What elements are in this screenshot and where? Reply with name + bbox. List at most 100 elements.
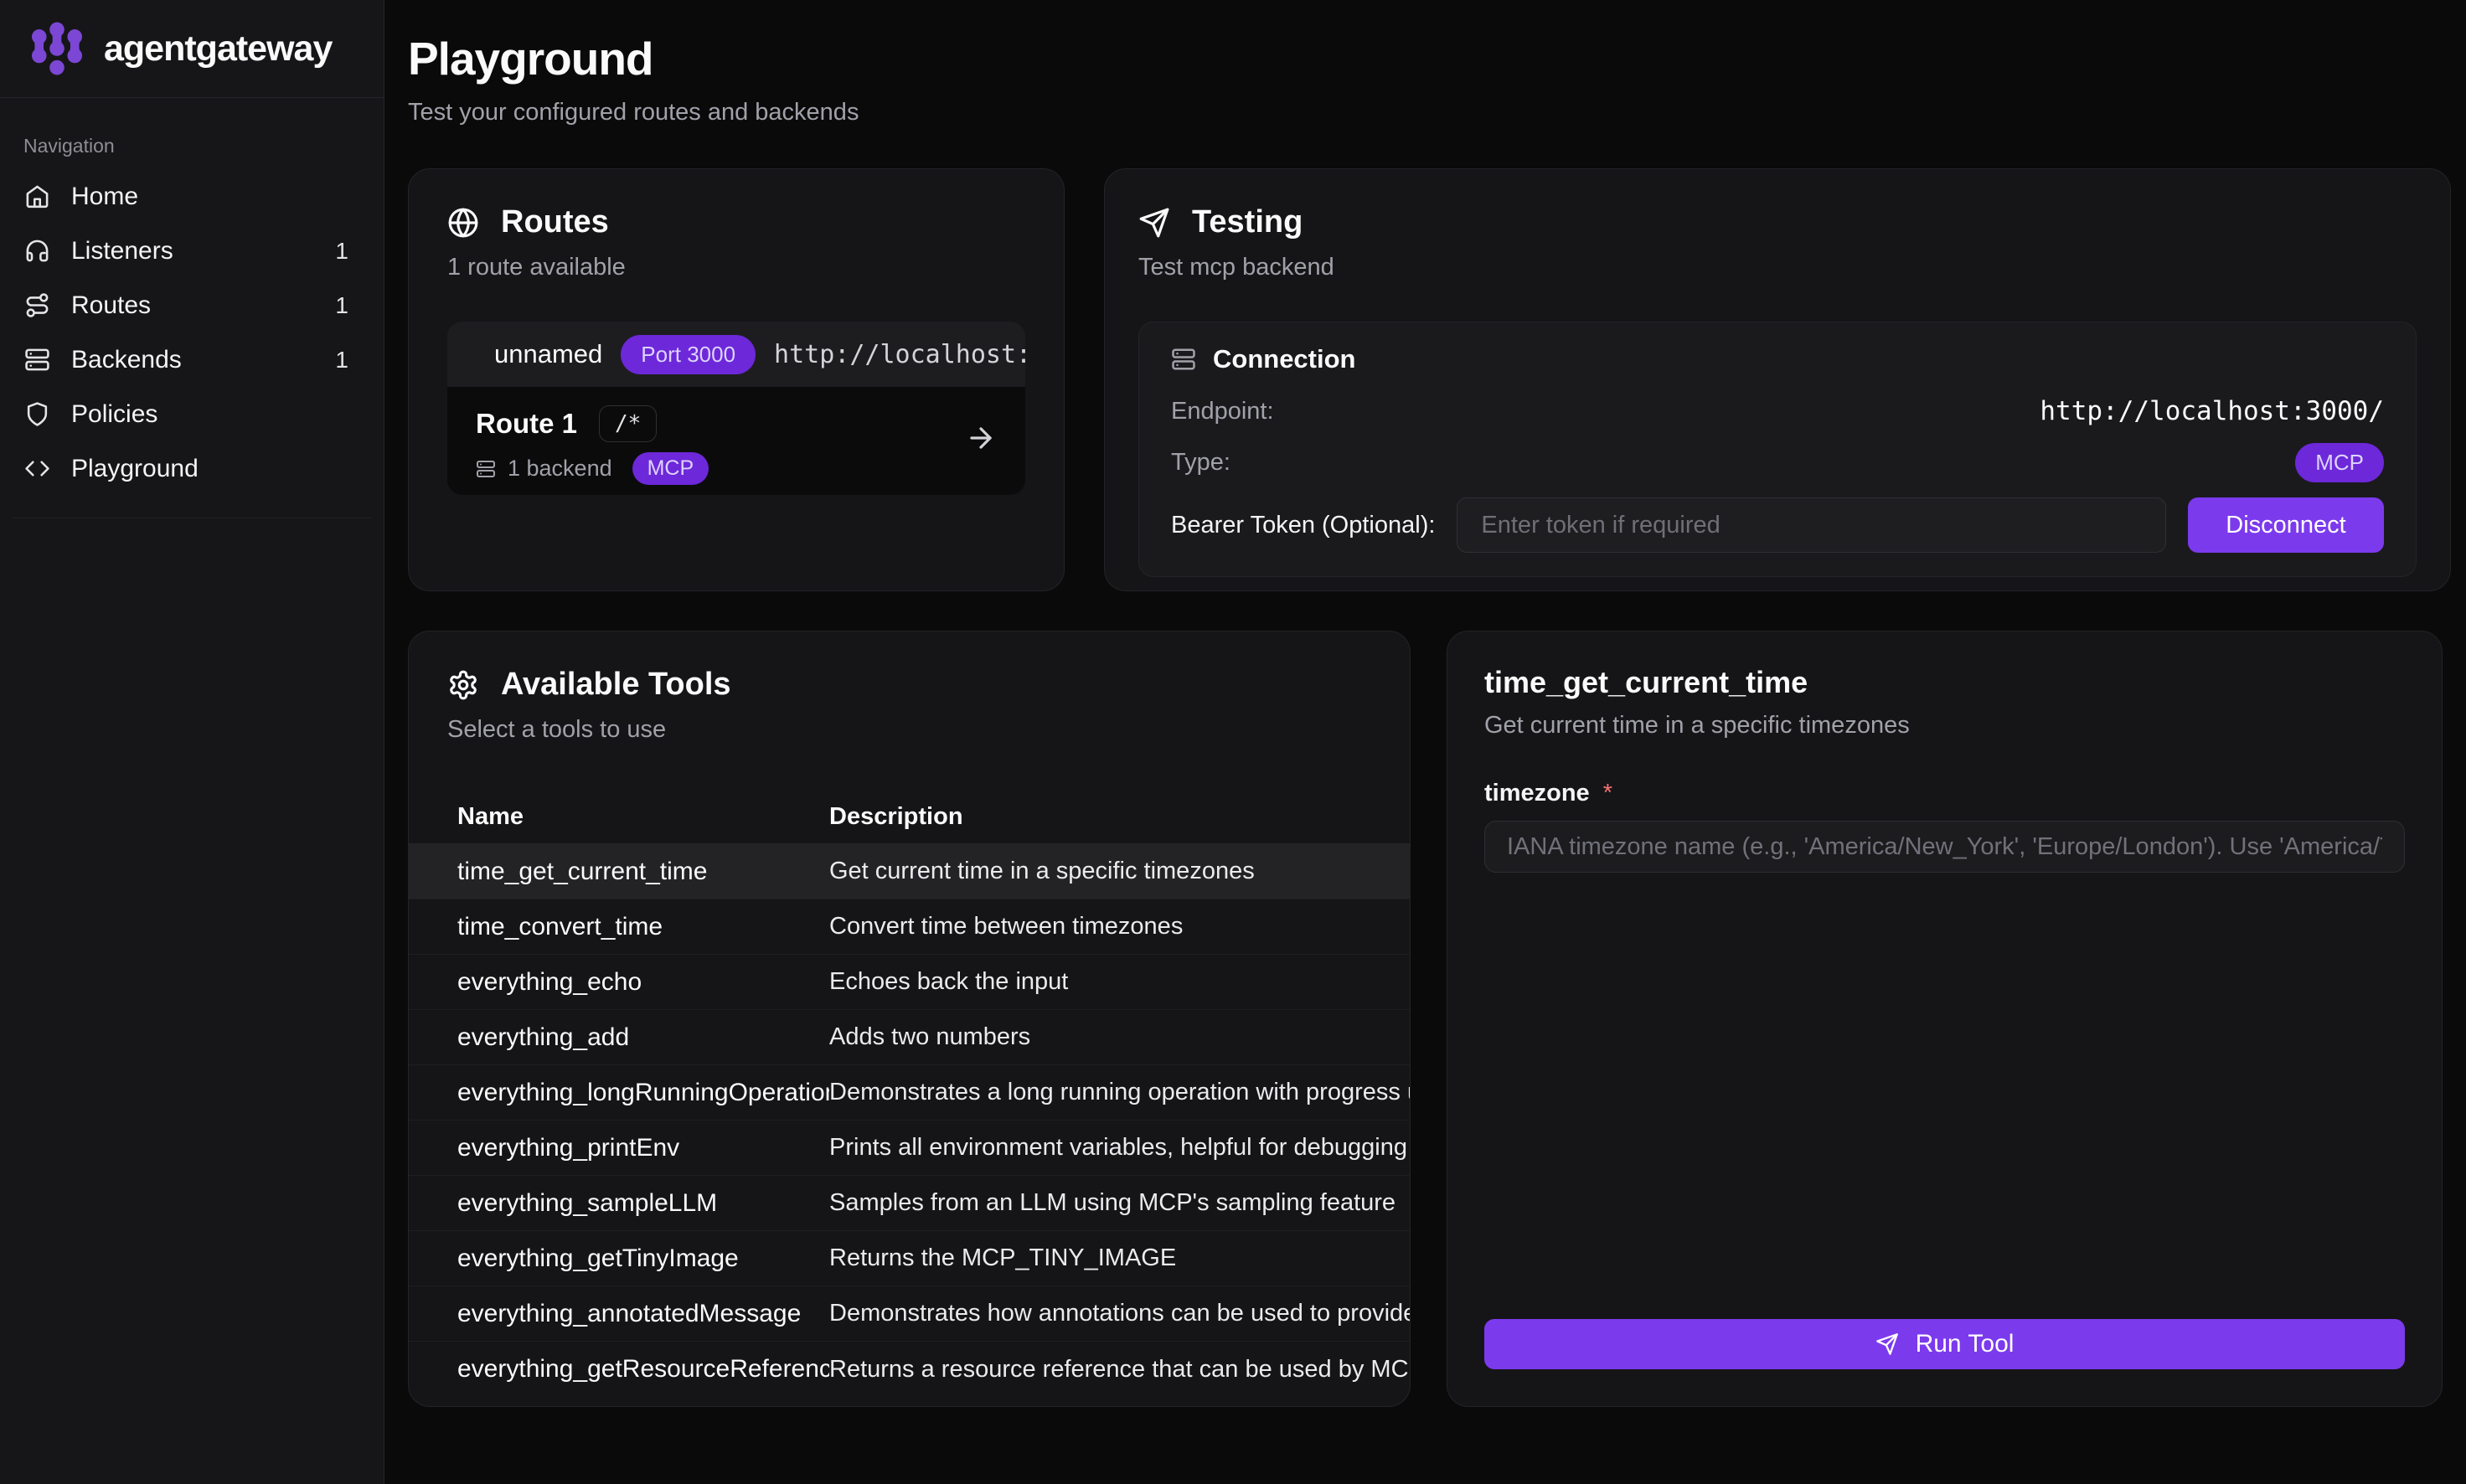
brand-name: agentgateway <box>104 28 332 70</box>
tool-name-cell: everything_annotatedMessage <box>457 1300 829 1328</box>
send-icon <box>1138 207 1170 239</box>
sidebar-item-label: Listeners <box>71 237 173 265</box>
required-marker: * <box>1603 780 1612 807</box>
shield-icon <box>24 401 50 427</box>
page-header: Playground Test your configured routes a… <box>408 32 859 126</box>
tool-description-cell: Echoes back the input <box>829 968 1410 996</box>
tool-description-cell: Demonstrates a long running operation wi… <box>829 1079 1410 1106</box>
tool-name-cell: everything_sampleLLM <box>457 1189 829 1218</box>
testing-card-subtitle: Test mcp backend <box>1138 254 2417 281</box>
sidebar-item-label: Routes <box>71 291 151 320</box>
testing-card-title: Testing <box>1192 204 1303 240</box>
tool-description-cell: Demonstrates how annotations can be used… <box>829 1300 1410 1327</box>
table-row[interactable]: everything_printEnvPrints all environmen… <box>409 1121 1410 1176</box>
endpoint-value: http://localhost:3000/ <box>2040 396 2384 426</box>
tool-name-cell: time_get_current_time <box>457 858 829 886</box>
server-icon <box>476 459 496 479</box>
tool-description-cell: Get current time in a specific timezones <box>829 858 1410 885</box>
table-row[interactable]: time_convert_timeConvert time between ti… <box>409 899 1410 955</box>
backend-count: 1 backend <box>508 456 612 482</box>
connection-title: Connection <box>1213 344 1356 374</box>
table-row[interactable]: everything_longRunningOperationDemonstra… <box>409 1065 1410 1121</box>
sidebar-item-label: Playground <box>71 455 199 483</box>
sidebar-item-backends[interactable]: Backends 1 <box>0 332 384 387</box>
tool-name-cell: everything_getTinyImage <box>457 1244 829 1273</box>
agentgateway-logo-icon <box>28 18 85 79</box>
testing-card: Testing Test mcp backend Connection Endp… <box>1104 168 2451 591</box>
type-label: Type: <box>1171 449 1230 477</box>
table-row[interactable]: time_get_current_timeGet current time in… <box>409 844 1410 899</box>
tool-name-cell: everything_echo <box>457 968 829 997</box>
tool-description-cell: Adds two numbers <box>829 1023 1410 1051</box>
tool-name-cell: time_convert_time <box>457 913 829 941</box>
nav-section-label: Navigation <box>23 135 384 157</box>
tools-card-subtitle: Select a tools to use <box>409 716 1410 744</box>
table-row[interactable]: everything_echoEchoes back the input <box>409 955 1410 1010</box>
tools-table-header: Name Description <box>409 791 1410 844</box>
run-tool-button[interactable]: Run Tool <box>1484 1319 2405 1369</box>
tool-detail-subtitle: Get current time in a specific timezones <box>1484 712 2405 739</box>
brand[interactable]: agentgateway <box>0 0 384 98</box>
sidebar-item-routes[interactable]: Routes 1 <box>0 278 384 332</box>
tools-table-body: time_get_current_timeGet current time in… <box>409 844 1410 1397</box>
table-row[interactable]: everything_annotatedMessageDemonstrates … <box>409 1286 1410 1342</box>
tool-name-cell: everything_longRunningOperation <box>457 1079 829 1107</box>
server-icon <box>1171 347 1196 372</box>
tool-description-cell: Prints all environment variables, helpfu… <box>829 1134 1410 1162</box>
page-title: Playground <box>408 32 859 85</box>
port-badge: Port 3000 <box>621 335 756 374</box>
tool-description-cell: Returns a resource reference that can be… <box>829 1356 1410 1384</box>
routes-card-subtitle: 1 route available <box>447 254 1025 281</box>
routes-card: Routes 1 route available unnamed Port 30… <box>408 168 1065 591</box>
table-row[interactable]: everything_sampleLLMSamples from an LLM … <box>409 1176 1410 1231</box>
bearer-token-input[interactable] <box>1457 497 2166 553</box>
arrow-right-icon <box>965 422 997 454</box>
table-row[interactable]: everything_addAdds two numbers <box>409 1010 1410 1065</box>
timezone-input[interactable] <box>1484 821 2405 873</box>
timezone-field-label: timezone <box>1484 780 1590 807</box>
sidebar-item-playground[interactable]: Playground <box>0 441 384 496</box>
listener-block: unnamed Port 3000 http://localhost:3000/… <box>447 322 1025 495</box>
disconnect-button[interactable]: Disconnect <box>2188 497 2384 553</box>
endpoint-label: Endpoint: <box>1171 398 1274 425</box>
sidebar-item-label: Policies <box>71 400 157 429</box>
sidebar-item-listeners[interactable]: Listeners 1 <box>0 224 384 278</box>
tool-name-cell: everything_add <box>457 1023 829 1052</box>
route-row[interactable]: Route 1 /* 1 backend MCP <box>447 387 1025 495</box>
routes-card-title: Routes <box>501 204 609 240</box>
available-tools-card: Available Tools Select a tools to use Na… <box>408 631 1411 1407</box>
bearer-token-label: Bearer Token (Optional): <box>1171 512 1435 539</box>
route-name: Route 1 <box>476 408 577 440</box>
page-subtitle: Test your configured routes and backends <box>408 99 859 126</box>
listener-row[interactable]: unnamed Port 3000 http://localhost:3000/ <box>447 322 1025 387</box>
listener-name: unnamed <box>494 339 602 369</box>
column-header-description: Description <box>829 803 1410 831</box>
tool-name-cell: everything_printEnv <box>457 1134 829 1162</box>
tool-detail-card: time_get_current_time Get current time i… <box>1447 631 2443 1407</box>
home-icon <box>24 183 50 209</box>
type-badge: MCP <box>2295 443 2384 482</box>
headphones-icon <box>24 238 50 264</box>
code-icon <box>24 456 50 482</box>
sidebar-item-policies[interactable]: Policies <box>0 387 384 441</box>
tools-table: Name Description time_get_current_timeGe… <box>409 791 1410 1397</box>
sidebar-item-home[interactable]: Home <box>0 169 384 224</box>
table-row[interactable]: everything_getTinyImageReturns the MCP_T… <box>409 1231 1410 1286</box>
sidebar-item-label: Home <box>71 183 138 211</box>
send-icon <box>1875 1332 1899 1356</box>
connection-panel: Connection Endpoint: http://localhost:30… <box>1138 322 2417 577</box>
tool-name-cell: everything_getResourceReference <box>457 1355 829 1384</box>
sidebar: agentgateway Navigation Home Listeners 1… <box>0 0 384 1484</box>
route-path-badge: /* <box>599 405 657 442</box>
tool-description-cell: Returns the MCP_TINY_IMAGE <box>829 1244 1410 1272</box>
gear-icon <box>447 669 479 701</box>
table-row[interactable]: everything_getResourceReferenceReturns a… <box>409 1342 1410 1397</box>
tool-detail-title: time_get_current_time <box>1484 665 2405 700</box>
tools-card-title: Available Tools <box>501 667 731 703</box>
globe-icon <box>447 207 479 239</box>
sidebar-item-count: 1 <box>335 238 348 265</box>
column-header-name: Name <box>457 803 829 831</box>
protocol-badge: MCP <box>632 452 709 485</box>
sidebar-item-label: Backends <box>71 346 182 374</box>
run-tool-label: Run Tool <box>1916 1330 2015 1358</box>
